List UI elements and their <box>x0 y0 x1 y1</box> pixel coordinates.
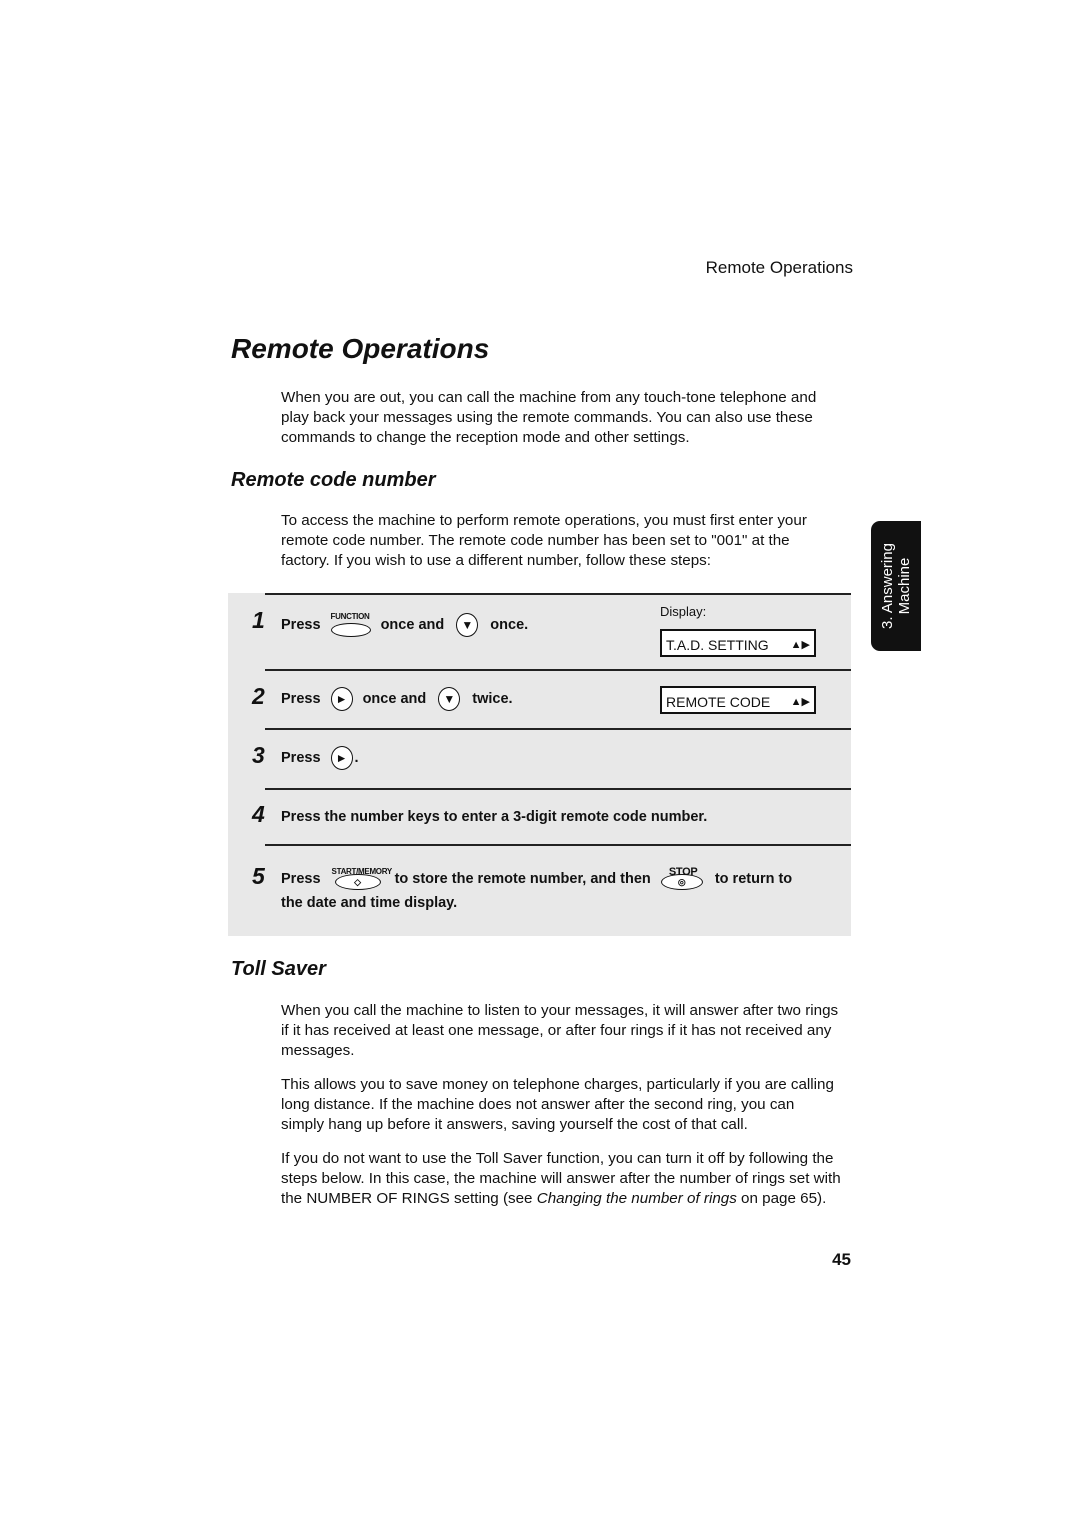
intro-paragraph: When you are out, you can call the machi… <box>281 389 817 447</box>
step-text: Press <box>281 750 321 766</box>
divider <box>265 788 851 790</box>
step-text: once and <box>380 617 445 633</box>
step-5: Press START/MEMORY ◇ to store the remote … <box>281 866 793 915</box>
manual-page: Remote Operations Remote Operations When… <box>0 0 1080 1528</box>
step-text: once. <box>490 617 529 633</box>
oval-button-icon <box>330 623 371 637</box>
step-text: twice. <box>472 691 513 707</box>
step-4: Press the number keys to enter a 3-digit… <box>281 809 708 825</box>
function-key: FUNCTION <box>329 612 373 637</box>
step-text: the date and time display. <box>281 895 458 912</box>
lcd-display: REMOTE CODE ▲▶ <box>660 686 816 714</box>
page-title: Remote Operations <box>231 333 490 364</box>
toll-saver-paragraph-2: This allows you to save money on telepho… <box>281 1076 834 1134</box>
divider <box>265 669 851 671</box>
right-arrow-key-icon: ► <box>330 746 353 770</box>
step-1: Press FUNCTION once and ▼ once. <box>281 612 529 637</box>
divider <box>265 844 851 846</box>
step-text: Press <box>281 691 321 707</box>
up-down-right-arrows-icon: ▲▶ <box>790 696 810 708</box>
lcd-display: T.A.D. SETTING ▲▶ <box>660 629 816 657</box>
chapter-tab: 3. Answering Machine <box>871 521 921 651</box>
start-memory-key: START/MEMORY ◇ <box>329 867 392 891</box>
step-text: to return to <box>714 871 793 888</box>
down-arrow-key-icon: ▼ <box>438 687 461 711</box>
step-text: . <box>354 750 359 766</box>
step-number: 3 <box>252 742 265 768</box>
divider <box>265 728 851 730</box>
step-text: once and <box>362 691 427 707</box>
step-number: 5 <box>252 863 265 889</box>
step-text: to store the remote number, and then <box>394 871 651 888</box>
toll-saver-paragraph-3: If you do not want to use the Toll Saver… <box>281 1150 841 1208</box>
section-title-remote-code: Remote code number <box>231 469 436 491</box>
display-label: Display: <box>660 604 707 619</box>
running-header: Remote Operations <box>705 258 853 277</box>
start-icon: ◇ <box>334 874 381 891</box>
step-text: Press <box>281 871 321 888</box>
step-3: Press ►. <box>281 746 359 770</box>
down-arrow-key-icon: ▼ <box>456 613 479 637</box>
stop-icon: ◎ <box>660 874 703 891</box>
step-2: Press ► once and ▼ twice. <box>281 687 513 711</box>
up-down-right-arrows-icon: ▲▶ <box>790 639 810 651</box>
chapter-tab-line2: Machine <box>896 557 913 615</box>
stop-key: STOP ◎ <box>659 866 707 891</box>
cross-reference: Changing the number of rings <box>536 1190 737 1208</box>
chapter-tab-line1: 3. Answering <box>879 543 896 629</box>
steps-box: Display: 1 Press FUNCTION once and ▼ onc… <box>228 593 851 936</box>
right-arrow-key-icon: ► <box>330 687 353 711</box>
toll-saver-paragraph-1: When you call the machine to listen to y… <box>281 1002 839 1060</box>
divider <box>265 593 851 595</box>
step-number: 1 <box>252 607 265 633</box>
remote-code-paragraph: To access the machine to perform remote … <box>281 512 807 570</box>
step-number: 2 <box>252 683 265 709</box>
page-number: 45 <box>832 1250 851 1269</box>
step-number: 4 <box>252 801 265 827</box>
step-text: Press <box>281 617 321 633</box>
section-title-toll-saver: Toll Saver <box>231 958 326 980</box>
